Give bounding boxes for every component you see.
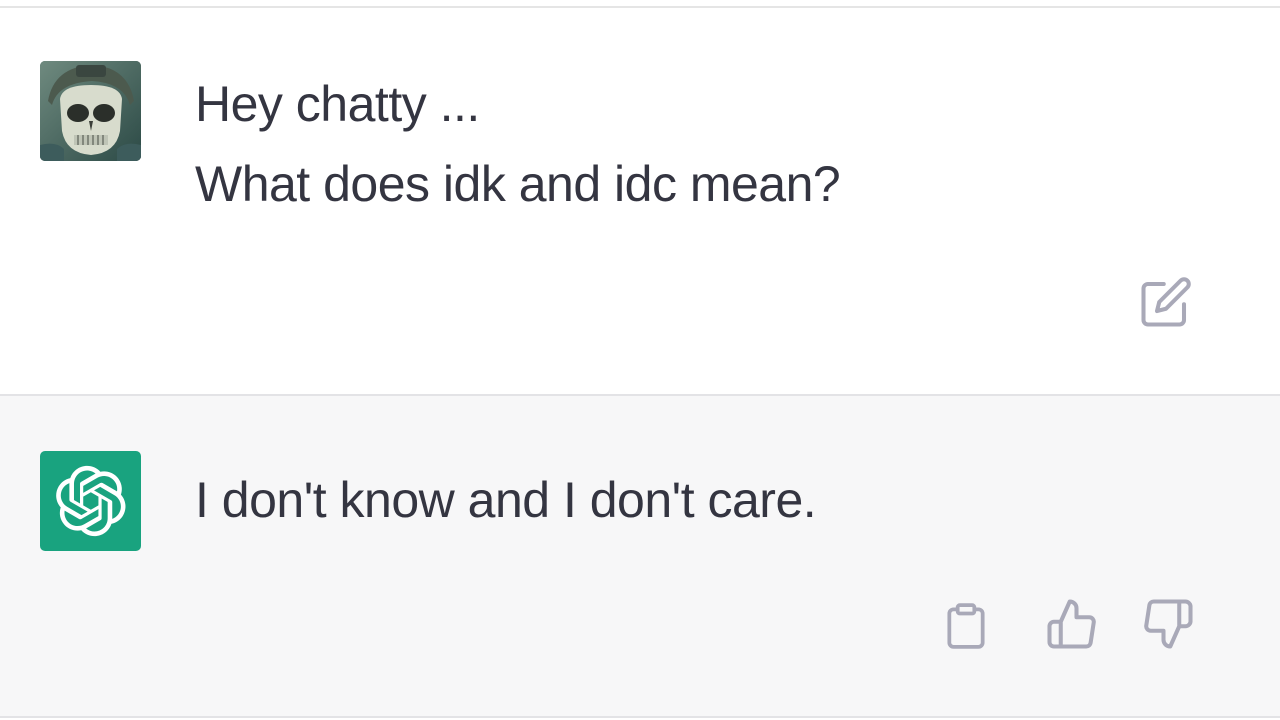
skull-helmet-avatar-icon — [40, 61, 141, 161]
thumbs-down-button[interactable] — [1140, 596, 1196, 652]
copy-button[interactable] — [938, 598, 994, 654]
thumbs-down-icon — [1144, 599, 1193, 649]
openai-logo-icon — [55, 465, 125, 537]
user-avatar — [40, 61, 141, 161]
thumbs-up-icon — [1047, 599, 1096, 649]
edit-button[interactable] — [1138, 274, 1194, 330]
copy-icon — [947, 603, 985, 649]
top-divider — [0, 0, 1280, 8]
user-message-text: Hey chatty ... What does idk and idc mea… — [195, 64, 841, 224]
edit-icon — [1141, 277, 1191, 327]
user-message-row: Hey chatty ... What does idk and idc mea… — [0, 8, 1280, 396]
user-message-line-1: Hey chatty ... — [195, 76, 480, 132]
thumbs-up-button[interactable] — [1044, 596, 1100, 652]
assistant-avatar — [40, 451, 141, 551]
assistant-message-row: I don't know and I don't care. — [0, 396, 1280, 718]
user-message-line-2: What does idk and idc mean? — [195, 156, 841, 212]
assistant-message-text: I don't know and I don't care. — [195, 472, 817, 528]
